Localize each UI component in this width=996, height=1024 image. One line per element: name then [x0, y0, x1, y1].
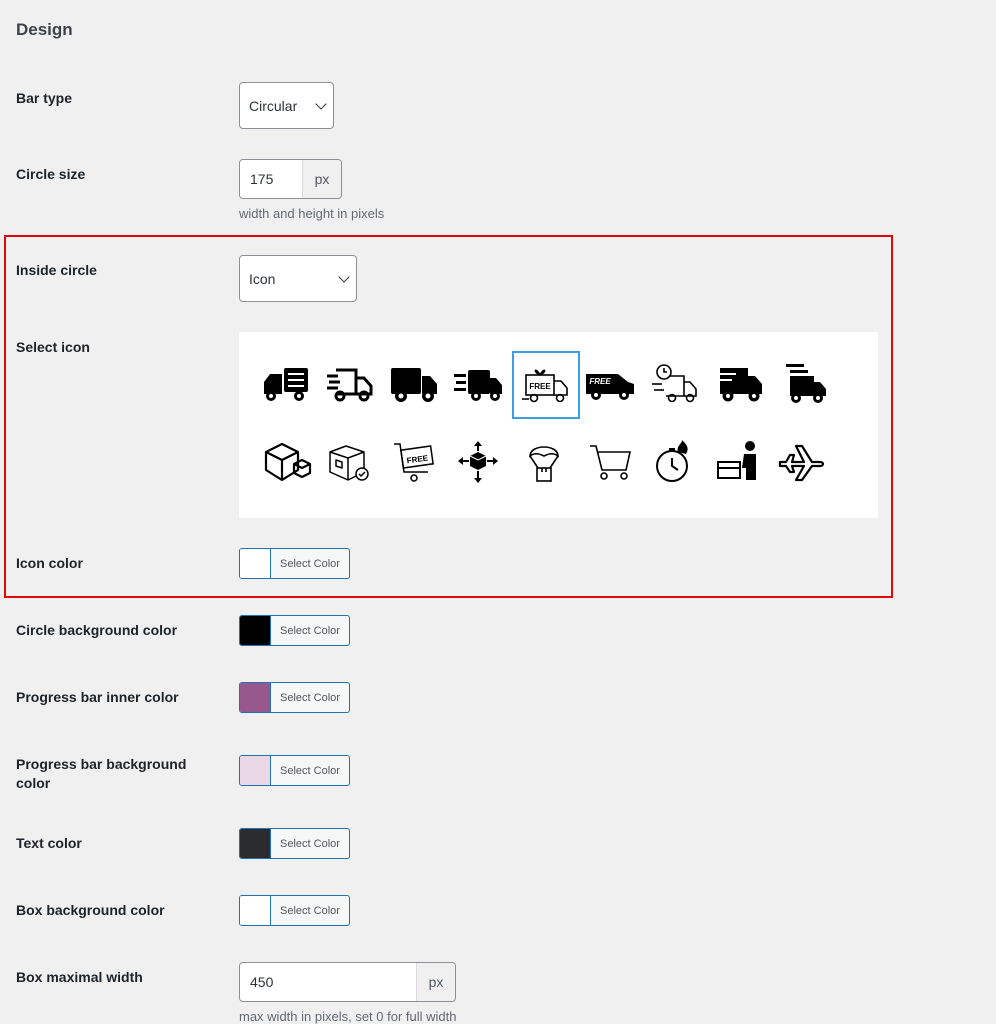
text-color-button-label: Select Color [280, 837, 340, 850]
truck-icon[interactable] [382, 352, 446, 416]
speeding-truck-icon[interactable] [446, 352, 510, 416]
box-bg-color-swatch [240, 896, 271, 925]
progress-bg-color-button-label: Select Color [280, 764, 340, 777]
free-text: FREE [529, 382, 551, 391]
free-cart-icon[interactable]: FREE [382, 430, 446, 494]
circle-size-label: Circle size [16, 166, 86, 182]
box-max-width-label: Box maximal width [16, 969, 143, 985]
progress-bg-color-button[interactable]: Select Color [239, 755, 350, 786]
express-truck-icon[interactable] [770, 352, 834, 416]
section-title: Design [16, 20, 73, 39]
select-icon-label: Select icon [16, 339, 90, 355]
box-max-width-unit: px [416, 963, 455, 1001]
free-text: FREE [589, 377, 611, 386]
circle-bg-color-swatch [240, 616, 271, 645]
fast-truck-icon[interactable] [318, 352, 382, 416]
text-color-swatch [240, 829, 271, 858]
inside-circle-label: Inside circle [16, 262, 97, 278]
free-van-icon[interactable]: FREE [578, 352, 642, 416]
box-max-width-description: max width in pixels, set 0 for full widt… [239, 1009, 457, 1024]
box-max-width-input[interactable]: 450 [240, 963, 416, 1001]
fast-moving-truck-icon[interactable] [706, 352, 770, 416]
delivery-truck-list-icon[interactable] [254, 352, 318, 416]
progress-inner-color-button-label: Select Color [280, 691, 340, 704]
timed-delivery-truck-icon[interactable] [642, 352, 706, 416]
circle-bg-color-button[interactable]: Select Color [239, 615, 350, 646]
circle-size-field[interactable]: 175 px [239, 159, 342, 199]
circle-size-description: width and height in pixels [239, 206, 385, 221]
circle-size-input[interactable]: 175 [240, 160, 302, 198]
airplane-icon[interactable] [770, 430, 834, 494]
bar-type-select[interactable]: Circular [239, 82, 334, 129]
circle-size-unit: px [302, 160, 341, 198]
stopwatch-fire-icon[interactable] [642, 430, 706, 494]
free-text: FREE [406, 453, 429, 465]
parachute-package-icon[interactable] [512, 430, 576, 494]
icon-color-swatch [240, 549, 271, 578]
box-max-width-field[interactable]: 450 px [239, 962, 456, 1002]
bar-type-value: Circular [249, 97, 298, 114]
package-box-icon[interactable] [254, 430, 318, 494]
box-bg-color-button[interactable]: Select Color [239, 895, 350, 926]
progress-bg-color-swatch [240, 756, 271, 785]
icon-color-button-label: Select Color [280, 557, 340, 570]
chevron-down-icon [315, 97, 327, 110]
text-color-label: Text color [16, 835, 82, 851]
circle-bg-color-label: Circle background color [16, 622, 178, 638]
shipping-box-arrows-icon[interactable] [446, 430, 510, 494]
shopping-cart-icon[interactable] [578, 430, 642, 494]
chevron-down-icon [338, 270, 350, 283]
circle-bg-color-button-label: Select Color [280, 624, 340, 637]
courier-delivery-icon[interactable] [706, 430, 770, 494]
icon-picker: FREE FREE FREE [239, 332, 878, 518]
box-bg-color-label: Box background color [16, 902, 165, 918]
icon-color-button[interactable]: Select Color [239, 548, 350, 579]
icon-color-label: Icon color [16, 555, 83, 571]
text-color-button[interactable]: Select Color [239, 828, 350, 859]
inside-circle-value: Icon [249, 270, 276, 287]
progress-inner-color-label: Progress bar inner color [16, 689, 179, 705]
box-bg-color-button-label: Select Color [280, 904, 340, 917]
inside-circle-select[interactable]: Icon [239, 255, 357, 302]
progress-inner-color-swatch [240, 683, 271, 712]
progress-bg-color-label: Progress bar background color [16, 756, 187, 791]
free-gift-truck-icon[interactable]: FREE [512, 351, 580, 419]
progress-inner-color-button[interactable]: Select Color [239, 682, 350, 713]
bar-type-label: Bar type [16, 90, 73, 106]
package-check-icon[interactable] [318, 430, 382, 494]
